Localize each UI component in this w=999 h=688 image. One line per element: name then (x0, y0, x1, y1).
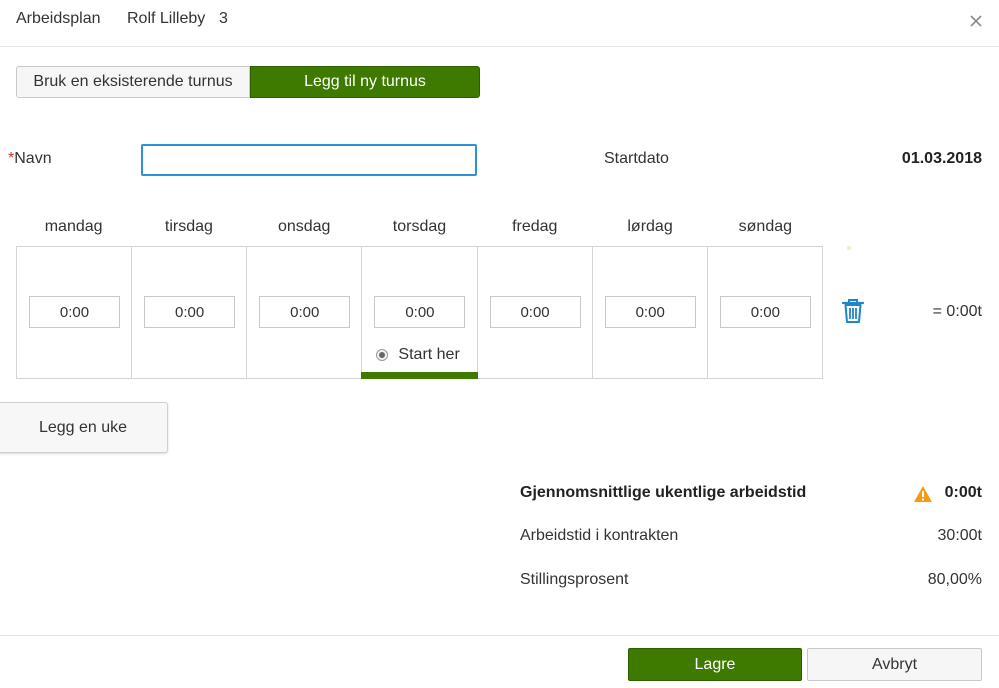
day-cell (478, 247, 593, 378)
contract-hours-value: 30:00t (937, 527, 982, 544)
warning-icon (914, 486, 932, 502)
trash-icon[interactable] (839, 297, 867, 325)
save-button[interactable]: Lagre (628, 648, 802, 681)
hours-input[interactable] (719, 296, 811, 328)
name-label-text: Navn (14, 150, 52, 167)
name-label: *Navn (8, 150, 52, 168)
cancel-button[interactable]: Avbryt (807, 648, 982, 681)
day-cell (247, 247, 363, 378)
radio-selected-icon[interactable] (376, 349, 389, 361)
close-icon[interactable] (966, 11, 986, 31)
position-percent-label: Stillingsprosent (520, 571, 629, 588)
dialog-title: Arbeidsplan (16, 10, 101, 27)
week-total: = 0:00t (932, 303, 982, 320)
weekday-header: tirsdag (164, 218, 213, 235)
avg-hours-value: 0:00t (944, 484, 982, 501)
day-cell (132, 247, 248, 378)
start-day-indicator (361, 372, 478, 379)
hours-input[interactable] (604, 296, 696, 328)
day-cell (708, 247, 822, 378)
dialog-header: Arbeidsplan Rolf Lilleby 3 (0, 0, 999, 47)
start-here-label: Start her (398, 346, 460, 363)
weekday-header: onsdag (277, 218, 331, 235)
week-row: Start her (16, 246, 823, 379)
start-date-value: 01.03.2018 (901, 150, 982, 167)
hours-input[interactable] (144, 296, 236, 328)
hours-input[interactable] (489, 296, 581, 328)
name-input[interactable] (141, 144, 477, 176)
toggle-new-turnus[interactable]: Legg til ny turnus (250, 66, 480, 98)
hours-input[interactable] (374, 296, 466, 328)
hours-input[interactable] (29, 296, 120, 328)
weekday-header-row: mandag tirsdag onsdag torsdag fredag lør… (16, 218, 823, 238)
employee-name: Rolf Lilleby (127, 10, 206, 27)
hours-input[interactable] (259, 296, 351, 328)
day-cell (593, 247, 708, 378)
weekday-header: torsdag (392, 218, 447, 235)
toggle-existing-turnus[interactable]: Bruk en eksisterende turnus (16, 66, 250, 98)
day-cell (17, 247, 133, 378)
start-here-radio[interactable]: Start her (376, 346, 460, 364)
start-date-label: Startdato (604, 150, 669, 167)
position-percent-value: 80,00% (927, 571, 982, 588)
employee-number: 3 (219, 10, 228, 27)
weekday-header: mandag (44, 218, 103, 235)
weekday-header: fredag (512, 218, 558, 235)
contract-hours-label: Arbeidstid i kontrakten (520, 527, 679, 544)
weekday-header: lørdag (627, 218, 673, 235)
avg-hours-label: Gjennomsnittlige ukentlige arbeidstid (520, 484, 807, 501)
add-week-button[interactable]: Legg en uke (0, 402, 168, 453)
weekday-header: søndag (738, 218, 793, 235)
decorative-dot (847, 246, 851, 250)
day-cell-start: Start her (361, 247, 478, 379)
